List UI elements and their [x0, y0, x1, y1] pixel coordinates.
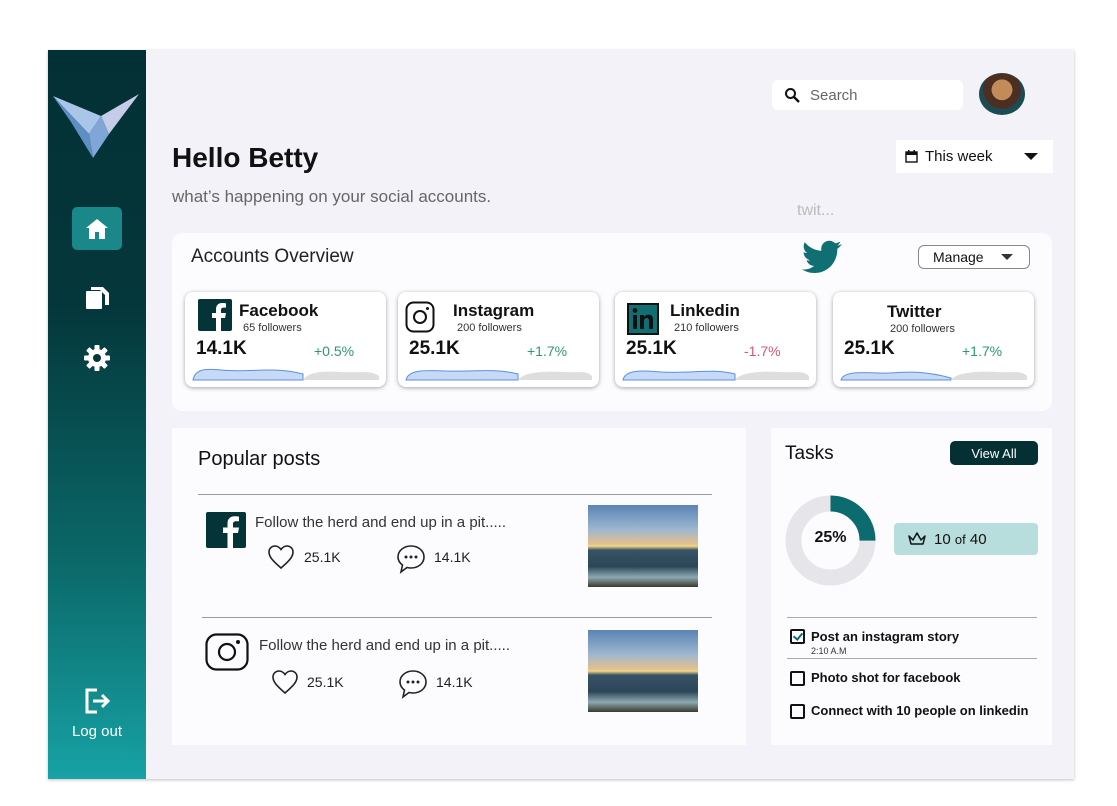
likes-count: 25.1K: [304, 549, 341, 565]
page-subtitle: what’s happening on your social accounts…: [172, 187, 492, 206]
account-value: 14.1K: [196, 338, 247, 359]
task-item[interactable]: Photo shot for facebook: [790, 670, 961, 686]
task-checkbox[interactable]: [790, 671, 805, 686]
tasks-total-count: 40: [969, 530, 987, 548]
account-followers: 200 followers: [457, 322, 522, 334]
post-text: Follow the herd and end up in a pit.....: [259, 637, 510, 654]
sparkline-chart: [622, 370, 809, 381]
overview-title: Accounts Overview: [191, 246, 354, 267]
date-range-label: This week: [925, 148, 993, 165]
tasks-panel: Tasks View All 25% 10 of 40 Post an inst…: [771, 428, 1052, 745]
logout-label: Log out: [71, 723, 123, 740]
page-title: Hello Betty: [172, 142, 319, 173]
sparkline-chart: [840, 371, 1027, 381]
view-all-button[interactable]: View All: [950, 441, 1038, 465]
post-text: Follow the herd and end up in a pit.....: [255, 514, 506, 531]
gear-icon: [84, 344, 110, 371]
account-card-twitter[interactable]: Twitter 200 followers 25.1K +1.7%: [833, 292, 1034, 387]
sparkline-chart: [192, 368, 379, 381]
linkedin-icon: [627, 303, 659, 335]
sidebar: Log out: [48, 50, 146, 779]
task-checkbox[interactable]: [790, 629, 805, 644]
popular-posts-title: Popular posts: [198, 448, 321, 470]
calendar-icon: [905, 150, 918, 163]
account-change: +0.5%: [314, 343, 355, 359]
instagram-icon: [205, 633, 249, 671]
sidebar-item-home[interactable]: [72, 207, 122, 250]
accounts-overview-panel: Accounts Overview Manage Facebook 65 fol…: [172, 233, 1052, 411]
account-change: -1.7%: [744, 343, 781, 359]
task-checkbox[interactable]: [790, 704, 805, 719]
logout-icon: [85, 688, 111, 714]
task-time: 2:10 A.M: [811, 646, 847, 656]
crown-icon: [908, 532, 926, 545]
account-value: 25.1K: [844, 338, 895, 359]
task-label: Connect with 10 people on linkedin: [811, 703, 1029, 718]
divider: [787, 658, 1037, 659]
sidebar-item-settings[interactable]: [72, 336, 122, 379]
date-range-select[interactable]: This week: [896, 140, 1053, 173]
tasks-title: Tasks: [785, 443, 834, 464]
account-name: Facebook: [239, 301, 319, 320]
sidebar-item-documents[interactable]: [72, 276, 122, 319]
documents-icon: [86, 286, 109, 309]
account-change: +1.7%: [527, 343, 568, 359]
comments-count: 14.1K: [434, 549, 471, 565]
account-value: 25.1K: [409, 338, 460, 359]
likes-count: 25.1K: [307, 674, 344, 690]
comments-count: 14.1K: [436, 674, 473, 690]
manage-dropdown[interactable]: Manage: [918, 245, 1030, 269]
comment-icon[interactable]: [398, 669, 428, 699]
account-name: Instagram: [453, 301, 535, 320]
task-item[interactable]: Post an instagram story 2:10 A.M: [790, 628, 959, 656]
progress-badge: 10 of 40: [894, 523, 1038, 555]
account-change: +1.7%: [962, 343, 1003, 359]
account-value: 25.1K: [626, 338, 677, 359]
account-followers: 65 followers: [243, 322, 302, 334]
chevron-down-icon: [1001, 254, 1013, 260]
account-name: Linkedin: [670, 301, 740, 320]
divider: [198, 494, 712, 495]
twitter-bird-icon: [802, 240, 842, 273]
divider: [787, 617, 1037, 618]
post-image[interactable]: [588, 505, 698, 587]
facebook-icon: [198, 299, 232, 331]
post-image[interactable]: [588, 630, 698, 712]
facebook-icon: [206, 512, 246, 548]
manage-label: Manage: [933, 249, 984, 265]
avatar[interactable]: [979, 73, 1025, 115]
divider: [202, 617, 712, 618]
search-placeholder: Search: [810, 86, 858, 104]
app-window: Log out Search Hello Betty what’s happen…: [48, 50, 1074, 779]
task-item[interactable]: Connect with 10 people on linkedin: [790, 703, 1028, 719]
task-label: Photo shot for facebook: [811, 670, 961, 685]
account-card-facebook[interactable]: Facebook 65 followers 14.1K +0.5%: [185, 292, 386, 387]
ghost-label: twit...: [797, 202, 835, 219]
home-icon: [86, 218, 108, 239]
account-card-linkedin[interactable]: Linkedin 210 followers 25.1K -1.7%: [615, 292, 816, 387]
search-input[interactable]: Search: [772, 80, 963, 110]
logout-button[interactable]: Log out: [48, 686, 146, 740]
search-icon: [785, 88, 800, 103]
comment-icon[interactable]: [396, 544, 426, 574]
chevron-down-icon: [1024, 153, 1038, 160]
progress-percent: 25%: [814, 529, 847, 546]
account-followers: 210 followers: [674, 322, 739, 334]
instagram-icon: [405, 301, 435, 333]
task-label: Post an instagram story: [811, 629, 960, 644]
account-followers: 200 followers: [890, 323, 955, 335]
tasks-done-count: 10: [934, 530, 951, 548]
account-card-instagram[interactable]: Instagram 200 followers 25.1K +1.7%: [398, 292, 599, 387]
heart-icon[interactable]: [267, 544, 295, 570]
tasks-of-label: of: [954, 531, 966, 547]
logo-icon: [53, 94, 139, 158]
popular-posts-panel: Popular posts Follow the herd and end up…: [172, 428, 746, 745]
account-name: Twitter: [887, 302, 942, 321]
heart-icon[interactable]: [271, 669, 299, 695]
sparkline-chart: [405, 370, 592, 381]
